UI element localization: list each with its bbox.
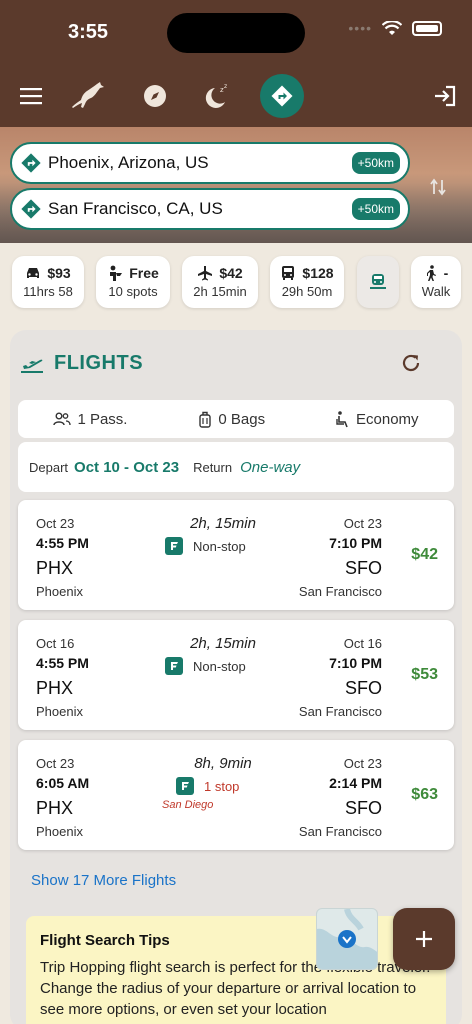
arrival-time: 2:14 PM [329, 775, 382, 791]
mode-car[interactable]: $93 11hrs 58 [12, 256, 84, 308]
airline-logo-icon [165, 657, 183, 675]
panel-title: FLIGHTS [54, 352, 144, 374]
app-header: 3:55 •••• zz [0, 0, 472, 127]
mode-walk[interactable]: - Walk [411, 256, 461, 308]
cabin-selector[interactable]: Economy [336, 411, 419, 428]
rideshare-icon [110, 265, 123, 281]
return-value[interactable]: One-way [240, 459, 300, 476]
stops-info: Non-stop [165, 657, 246, 675]
date-selector[interactable]: Depart Oct 10 - Oct 23 Return One-way [18, 442, 454, 492]
departure-code: PHX [36, 798, 74, 818]
arrival-date: Oct 16 [343, 636, 382, 651]
wifi-icon [382, 20, 402, 35]
arrival-city: San Francisco [298, 824, 382, 839]
battery-icon [412, 20, 442, 36]
return-label: Return [193, 459, 233, 475]
departure-date: Oct 23 [36, 516, 75, 531]
mode-train[interactable] [357, 256, 399, 308]
flight-card[interactable]: Oct 23 6:05 AM PHX Phoenix 8h, 9min 1 st… [18, 740, 454, 850]
walk-icon [426, 265, 436, 281]
flight-price: $42 [411, 546, 438, 563]
destination-radius-badge[interactable]: +50km [351, 198, 400, 220]
people-icon [53, 412, 72, 426]
departure-date: Oct 23 [36, 756, 75, 771]
origin-radius-badge[interactable]: +50km [351, 152, 400, 174]
add-button[interactable] [393, 908, 455, 970]
passengers-selector[interactable]: 1 Pass. [53, 411, 127, 428]
kangaroo-logo-icon[interactable] [68, 76, 108, 116]
flights-header: FLIGHTS [20, 352, 143, 375]
directions-icon [20, 152, 42, 174]
seat-icon [336, 410, 348, 427]
directions-icon [20, 198, 42, 220]
train-icon [370, 274, 386, 289]
plane-icon [198, 266, 213, 281]
car-icon [27, 268, 40, 278]
luggage-icon [199, 411, 212, 428]
mode-flight[interactable]: $42 2h 15min [182, 256, 258, 308]
flight-price: $53 [411, 666, 438, 683]
login-icon[interactable] [425, 76, 465, 116]
bags-selector[interactable]: 0 Bags [198, 411, 265, 428]
flight-card[interactable]: Oct 16 4:55 PM PHX Phoenix 2h, 15min Non… [18, 620, 454, 730]
arrival-time: 7:10 PM [329, 655, 382, 671]
signal-icon: •••• [348, 20, 372, 36]
destination-text: San Francisco, CA, US [48, 199, 223, 218]
departure-city: Phoenix [36, 704, 83, 719]
stops-info: 1 stop [176, 777, 239, 795]
directions-icon[interactable] [260, 74, 304, 118]
arrival-city: San Francisco [298, 584, 382, 599]
plus-icon [416, 931, 432, 947]
origin-text: Phoenix, Arizona, US [48, 153, 209, 172]
bus-icon [282, 266, 295, 280]
airline-logo-icon [176, 777, 194, 795]
compass-icon[interactable] [135, 76, 175, 116]
menu-icon[interactable] [11, 76, 51, 116]
arrival-time: 7:10 PM [329, 535, 382, 551]
arrival-code: SFO [344, 558, 382, 578]
arrival-code: SFO [344, 798, 382, 818]
departure-city: Phoenix [36, 584, 83, 599]
location-pin-icon [338, 930, 356, 948]
departure-code: PHX [36, 558, 74, 578]
flight-search-tips: Flight Search Tips Trip Hopping flight s… [26, 916, 446, 1024]
mode-bus[interactable]: $128 29h 50m [270, 256, 344, 308]
depart-value[interactable]: Oct 10 - Oct 23 [74, 459, 179, 476]
departure-time: 4:55 PM [36, 655, 89, 671]
status-time: 3:55 [68, 21, 109, 43]
stops-info: Non-stop [165, 537, 246, 555]
show-more-flights-link[interactable]: Show 17 More Flights [31, 872, 176, 889]
status-icons: •••• [348, 20, 442, 36]
arrival-date: Oct 23 [343, 516, 382, 531]
svg-text:z: z [224, 83, 227, 90]
departure-date: Oct 16 [36, 636, 75, 651]
flight-duration: 2h, 15min [190, 515, 256, 532]
map-thumbnail[interactable] [316, 908, 378, 970]
departure-time: 4:55 PM [36, 535, 89, 551]
dynamic-island [167, 13, 305, 53]
origin-input[interactable]: Phoenix, Arizona, US +50km [10, 142, 410, 184]
arrival-city: San Francisco [298, 704, 382, 719]
sleep-moon-icon[interactable]: zz [196, 76, 236, 116]
swap-locations-icon[interactable] [428, 177, 448, 197]
arrival-code: SFO [344, 678, 382, 698]
flight-card[interactable]: Oct 23 4:55 PM PHX Phoenix 2h, 15min Non… [18, 500, 454, 610]
search-options: 1 Pass. 0 Bags Economy [18, 400, 454, 438]
departure-city: Phoenix [36, 824, 83, 839]
departure-time: 6:05 AM [36, 775, 90, 791]
depart-label: Depart [29, 459, 69, 475]
layover-city: San Diego [162, 799, 214, 811]
flight-duration: 8h, 9min [194, 755, 252, 772]
airline-logo-icon [165, 537, 183, 555]
transport-modes: $93 11hrs 58 Free 10 spots $42 2h 15min … [0, 256, 472, 312]
departure-code: PHX [36, 678, 74, 698]
flight-takeoff-icon [21, 359, 43, 373]
arrival-date: Oct 23 [343, 756, 382, 771]
refresh-icon[interactable] [400, 352, 422, 374]
flight-duration: 2h, 15min [190, 635, 256, 652]
mode-rideshare[interactable]: Free 10 spots [96, 256, 170, 308]
flight-price: $63 [411, 786, 438, 803]
destination-input[interactable]: San Francisco, CA, US +50km [10, 188, 410, 230]
